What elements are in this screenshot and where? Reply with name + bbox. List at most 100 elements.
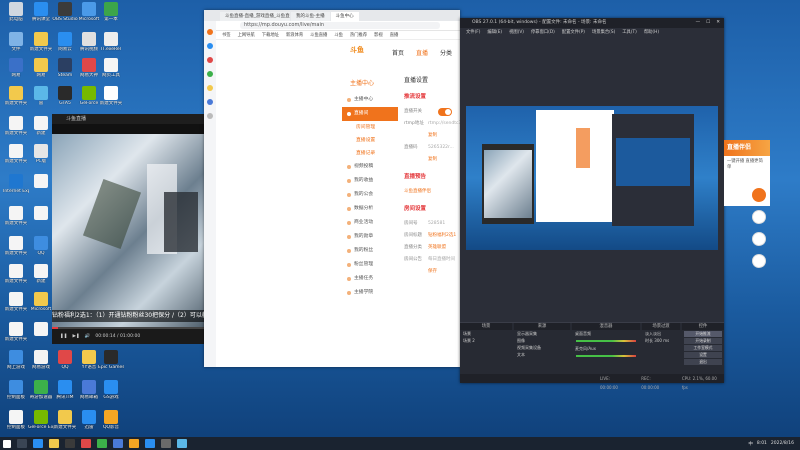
menu-item[interactable]: 房间管理 <box>342 121 398 134</box>
live-switch-toggle[interactable] <box>438 108 452 116</box>
desktop-icon[interactable]: 腾讯课堂 <box>28 2 54 22</box>
source-item[interactable]: 图像 <box>514 337 570 344</box>
bookmark-link[interactable]: 上网导航 <box>238 32 255 38</box>
site-nav-link[interactable]: 分类 <box>440 48 452 57</box>
menu-item[interactable]: 我的收益 <box>342 174 398 188</box>
close-icon[interactable]: ✕ <box>716 18 720 28</box>
menu-item[interactable]: 我的粉丝 <box>342 244 398 258</box>
tray-time[interactable]: 8:01 <box>757 441 767 446</box>
menu-item[interactable]: 数据分析 <box>342 202 398 216</box>
taskbar-app-icon[interactable] <box>145 439 155 448</box>
obs-window[interactable]: OBS 27.0.1 (64-bit, windows) - 配置文件: 未命名… <box>460 18 724 390</box>
desktop-icon[interactable]: Steam <box>52 58 78 78</box>
site-nav-link[interactable]: 直播 <box>416 48 428 57</box>
menu-item[interactable]: 粉丝管理 <box>342 258 398 272</box>
bookmark-link[interactable]: 热门推荐 <box>350 32 367 38</box>
desktop-icon[interactable]: 网易 <box>28 58 54 78</box>
mixer-level-meter[interactable] <box>576 340 636 342</box>
desktop-icon[interactable]: GS游戏 <box>98 380 124 400</box>
game-video[interactable] <box>52 134 204 329</box>
next-icon[interactable]: ▶❚ <box>73 334 80 339</box>
menu-item[interactable]: 主播中心 <box>342 93 398 107</box>
browser-tab[interactable]: 我的斗鱼-主播 <box>291 12 330 21</box>
maximize-icon[interactable]: ☐ <box>706 18 710 28</box>
obs-menu-item[interactable]: 帮助(H) <box>644 28 659 37</box>
desktop-icon[interactable]: 新建文件夹 <box>3 236 29 256</box>
desktop-icon[interactable]: 新建文件夹 <box>3 206 29 226</box>
mixer-level-meter[interactable] <box>576 355 636 357</box>
desktop-icon[interactable]: Internet Explorer <box>3 174 29 194</box>
desktop-icon[interactable]: Epic Games Launcher <box>98 350 124 370</box>
obs-menu-item[interactable]: 停靠窗口(D) <box>531 28 555 37</box>
url-field[interactable]: https://mp.douyu.com/live/main <box>240 22 440 29</box>
taskbar-app-icon[interactable] <box>49 439 59 448</box>
obs-control-button[interactable]: 设置 <box>684 352 722 358</box>
obs-control-button[interactable]: 退出 <box>684 359 722 365</box>
desktop-icon[interactable]: 第一本 <box>98 2 124 22</box>
desktop-icon[interactable]: 新建文件夹 <box>3 86 29 106</box>
bookmark-link[interactable]: 斗鱼直播 <box>310 32 327 38</box>
tray-date[interactable]: 2022/8/16 <box>771 441 794 446</box>
menu-item[interactable]: 直播设置 <box>342 134 398 147</box>
desktop-icon[interactable]: 控制面板 <box>3 380 29 400</box>
desktop-icon[interactable]: 网易云 <box>52 32 78 52</box>
save-button[interactable]: 保存 <box>428 266 437 278</box>
desktop-icon[interactable]: 网易 <box>3 58 29 78</box>
desktop-icon[interactable]: 新建文件夹 <box>3 292 29 312</box>
desktop-icon[interactable]: 新建文件夹 <box>52 410 78 430</box>
bookmark-link[interactable]: 书签 <box>222 32 231 38</box>
desktop-icon[interactable]: 新建 <box>28 264 54 284</box>
obs-menu-item[interactable]: 配置文件(P) <box>562 28 585 37</box>
desktop-icon[interactable]: 网易游戏 <box>28 350 54 370</box>
obs-control-button[interactable]: 开始推流 <box>684 331 722 337</box>
notice-link[interactable]: 斗鱼直播伴侣 <box>404 186 431 198</box>
desktop-icon[interactable]: 腾讯TIM <box>52 380 78 400</box>
rail-video-icon[interactable] <box>207 57 213 63</box>
tray-lang[interactable]: 中 <box>748 441 753 447</box>
float-home-icon[interactable] <box>752 210 766 224</box>
room-notice-value[interactable]: 每日直播时间 <box>428 254 455 266</box>
taskbar-app-icon[interactable] <box>65 439 75 448</box>
taskbar-app-icon[interactable] <box>177 439 187 448</box>
float-headset-icon[interactable] <box>752 254 766 268</box>
source-item[interactable]: 视频采集设备 <box>514 344 570 351</box>
desktop-icon[interactable]: QQ <box>52 350 78 370</box>
rail-mail-icon[interactable] <box>207 99 213 105</box>
browser-tab[interactable]: 斗鱼直播-直播_游戏直播_斗鱼直播 <box>220 12 290 21</box>
desktop-icon[interactable]: QQ <box>28 236 54 256</box>
site-logo[interactable]: 斗鱼 <box>350 45 384 57</box>
menu-item[interactable]: 主播学院 <box>342 286 398 300</box>
desktop-icon[interactable]: 新建文件夹 <box>3 264 29 284</box>
obs-menu-item[interactable]: 视图(V) <box>509 28 524 37</box>
menu-item[interactable]: 我的勋章 <box>342 230 398 244</box>
rail-star-icon[interactable] <box>207 85 213 91</box>
bookmark-link[interactable]: 新浪体育 <box>286 32 303 38</box>
float-refresh-icon[interactable] <box>752 232 766 246</box>
desktop-icon[interactable] <box>28 206 54 221</box>
desktop-icon[interactable] <box>28 174 54 189</box>
desktop-icon[interactable]: 新建文件夹 <box>28 32 54 52</box>
copy-key-button[interactable]: 复制 <box>428 154 437 166</box>
room-name-value[interactable]: 钻粉福利2选1 <box>428 230 456 242</box>
video-player-window[interactable]: 斗鱼直播 钻粉福利2选1：（1）开通钻粉粉丝30把保分 /（2）可以教学 ❚❚ … <box>52 114 204 344</box>
browser-window[interactable]: 斗鱼直播-直播_游戏直播_斗鱼直播 我的斗鱼-主播 斗鱼中心 https://mp.… <box>204 10 466 367</box>
desktop-icon[interactable]: 网上游戏 <box>3 350 29 370</box>
scene-item[interactable]: 场景 <box>460 330 512 337</box>
browser-tab[interactable]: 斗鱼中心 <box>330 12 359 21</box>
desktop-icon[interactable] <box>28 322 54 337</box>
play-pause-icon[interactable]: ❚❚ <box>60 334 68 339</box>
desktop-icon[interactable]: 新建文件夹 <box>3 116 29 136</box>
desktop-icon[interactable]: IT.exeRel <box>98 32 124 52</box>
desktop-icon[interactable]: 此电脑 <box>3 2 29 22</box>
desktop-icon[interactable]: PC版 <box>28 144 54 164</box>
desktop-icon[interactable]: Microsoft <box>28 292 54 312</box>
rail-more-icon[interactable] <box>207 113 213 119</box>
desktop-icon[interactable]: 奇游加速器 <box>28 380 54 400</box>
duration-value[interactable]: 300 ms <box>654 338 669 343</box>
bookmark-link[interactable]: 下载地址 <box>262 32 279 38</box>
desktop-icon[interactable]: 新建 <box>28 116 54 136</box>
rail-weibo-icon[interactable] <box>207 29 213 35</box>
obs-control-button[interactable]: 工作室模式 <box>684 345 722 351</box>
taskbar-app-icon[interactable] <box>97 439 107 448</box>
transition-select[interactable]: 淡入淡出 <box>642 330 680 337</box>
